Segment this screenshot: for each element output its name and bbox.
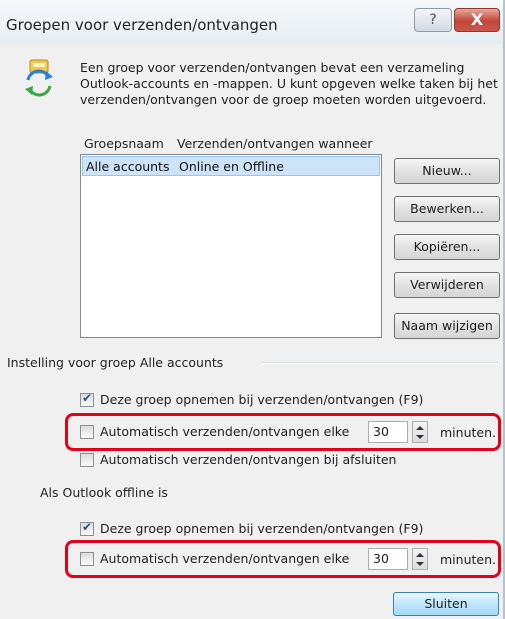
offline-include-group-checkbox-row[interactable]: Deze groep opnemen bij verzenden/ontvang…	[80, 520, 440, 538]
delete-button[interactable]: Verwijderen	[394, 272, 500, 298]
help-icon: ?	[429, 12, 437, 28]
send-receive-groups-dialog: Groepen voor verzenden/ontvangen ? X Een…	[0, 0, 505, 619]
group-name-cell: Alle accounts	[86, 159, 170, 174]
close-button[interactable]: Sluiten	[393, 592, 499, 616]
include-group-checkbox[interactable]	[80, 391, 94, 407]
rename-button[interactable]: Naam wijzigen	[394, 313, 500, 339]
dialog-description: Een groep voor verzenden/ontvangen bevat…	[80, 60, 498, 107]
list-item[interactable]: Alle accounts Online en Offline	[82, 156, 380, 176]
highlight-box	[65, 413, 501, 451]
auto-on-exit-checkbox[interactable]	[80, 453, 94, 467]
close-window-button[interactable]: X	[454, 8, 500, 32]
auto-on-exit-label: Automatisch verzenden/ontvangen bij afsl…	[100, 452, 397, 467]
new-button[interactable]: Nieuw...	[394, 158, 500, 184]
highlight-box	[65, 540, 501, 578]
offline-include-group-checkbox[interactable]	[80, 520, 94, 536]
close-icon: X	[470, 10, 484, 29]
group-listbox[interactable]: Alle accounts Online en Offline	[80, 154, 382, 338]
edit-button[interactable]: Bewerken...	[394, 196, 500, 222]
column-header-when[interactable]: Verzenden/ontvangen wanneer	[177, 136, 373, 151]
offline-include-group-label: Deze groep opnemen bij verzenden/ontvang…	[100, 521, 424, 536]
offline-section-title: Als Outlook offline is	[40, 485, 168, 500]
group-when-cell: Online en Offline	[179, 159, 284, 174]
include-group-checkbox-row[interactable]: Deze groep opnemen bij verzenden/ontvang…	[80, 391, 440, 409]
column-header-groupname[interactable]: Groepsnaam	[84, 136, 164, 151]
online-section-title: Instelling voor groep Alle accounts	[7, 355, 224, 370]
title-bar: Groepen voor verzenden/ontvangen ? X	[0, 0, 505, 44]
include-group-label: Deze groep opnemen bij verzenden/ontvang…	[100, 392, 424, 407]
send-receive-sync-icon	[25, 59, 53, 97]
section-divider	[262, 362, 498, 364]
copy-button[interactable]: Kopiëren...	[394, 234, 500, 260]
window-title: Groepen voor verzenden/ontvangen	[6, 16, 278, 34]
auto-on-exit-checkbox-row[interactable]: Automatisch verzenden/ontvangen bij afsl…	[80, 451, 440, 469]
help-button[interactable]: ?	[414, 8, 452, 32]
